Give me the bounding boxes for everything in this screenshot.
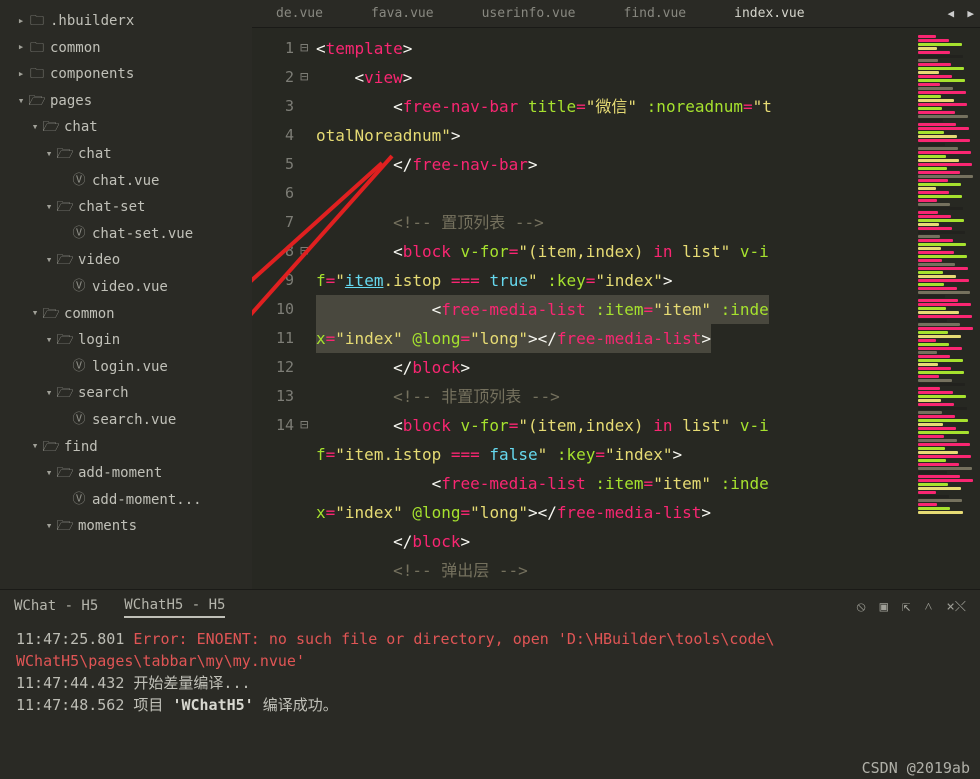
vue-file-icon: Ⓥ: [70, 275, 88, 300]
folder-moments[interactable]: ▾🗁moments: [0, 513, 252, 540]
folder-icon: 🗁: [42, 434, 60, 461]
console-tool-square[interactable]: ▣: [880, 599, 888, 616]
console-tab-wchat-h5[interactable]: WChat - H5: [14, 598, 98, 617]
vue-file-icon: Ⓥ: [70, 408, 88, 433]
tree-label: add-moment: [78, 460, 162, 487]
folder-pages[interactable]: ▾🗁pages: [0, 88, 252, 115]
folder-video[interactable]: ▾🗁video: [0, 247, 252, 274]
console-output[interactable]: 11:47:25.801 Error: ENOENT: no such file…: [0, 624, 980, 779]
tree-label: chat: [78, 141, 112, 168]
vue-file-icon: Ⓥ: [70, 488, 88, 513]
console-tools: ⦸ ▣ ⇱ ˄ ×⤬: [856, 599, 966, 616]
tab-find[interactable]: find.vue: [600, 0, 711, 27]
folder-icon: 🗁: [56, 327, 74, 354]
folder-icon: 🗁: [56, 513, 74, 540]
vue-file-icon: Ⓥ: [70, 355, 88, 380]
tree-label: common: [50, 35, 101, 62]
folder-icon: 🗁: [28, 88, 46, 115]
tree-label: pages: [50, 88, 92, 115]
tree-label: chat-set: [78, 194, 145, 221]
tab-nav[interactable]: ◀ ▶: [942, 7, 980, 20]
tree-label: search.vue: [92, 407, 176, 434]
tab-userinfo[interactable]: userinfo.vue: [458, 0, 600, 27]
tree-label: moments: [78, 513, 137, 540]
console-tool-collapse[interactable]: ˄: [924, 599, 932, 616]
watermark: CSDN @2019ab: [862, 759, 970, 777]
folder-.hbuilderx[interactable]: ▸🗀.hbuilderx: [0, 8, 252, 35]
console-tool-stop[interactable]: ⦸: [856, 599, 865, 616]
vue-file-icon: Ⓥ: [70, 222, 88, 247]
tab-de[interactable]: de.vue: [252, 0, 347, 27]
folder-icon: 🗁: [56, 141, 74, 168]
folder-icon: 🗀: [28, 61, 46, 88]
console-tab-wchath5-h5[interactable]: WChatH5 - H5: [124, 597, 225, 618]
tree-label: components: [50, 61, 134, 88]
tree-label: find: [64, 434, 98, 461]
tab-bar: de.vue fava.vue userinfo.vue find.vue in…: [252, 0, 980, 28]
gutter: 1234567891011121314: [252, 28, 300, 589]
folder-chat[interactable]: ▾🗁chat: [0, 141, 252, 168]
folder-icon: 🗁: [56, 460, 74, 487]
folder-icon: 🗀: [28, 35, 46, 62]
minimap[interactable]: [916, 28, 980, 589]
file-explorer: ▸🗀.hbuilderx▸🗀common▸🗀components▾🗁pages▾…: [0, 0, 252, 589]
folder-icon: 🗁: [42, 301, 60, 328]
fold-gutter: ⊟⊟⊟⊟: [300, 28, 316, 589]
file-search.vue[interactable]: Ⓥsearch.vue: [0, 407, 252, 434]
folder-search[interactable]: ▾🗁search: [0, 380, 252, 407]
file-chat-set.vue[interactable]: Ⓥchat-set.vue: [0, 221, 252, 248]
code-editor[interactable]: <template> <view> <free-nav-bar title="微…: [316, 28, 916, 589]
folder-login[interactable]: ▾🗁login: [0, 327, 252, 354]
vue-file-icon: Ⓥ: [70, 169, 88, 194]
folder-icon: 🗁: [56, 247, 74, 274]
tab-fava[interactable]: fava.vue: [347, 0, 458, 27]
folder-chat[interactable]: ▾🗁chat: [0, 114, 252, 141]
tree-label: login: [78, 327, 120, 354]
tab-index[interactable]: index.vue: [710, 0, 828, 27]
folder-icon: 🗁: [42, 114, 60, 141]
folder-components[interactable]: ▸🗀components: [0, 61, 252, 88]
folder-common[interactable]: ▸🗀common: [0, 35, 252, 62]
tree-label: chat.vue: [92, 168, 159, 195]
tree-label: search: [78, 380, 129, 407]
folder-chat-set[interactable]: ▾🗁chat-set: [0, 194, 252, 221]
folder-find[interactable]: ▾🗁find: [0, 434, 252, 461]
console-tool-popout[interactable]: ⇱: [902, 599, 910, 616]
folder-icon: 🗀: [28, 8, 46, 35]
folder-common[interactable]: ▾🗁common: [0, 301, 252, 328]
tree-label: add-moment...: [92, 487, 202, 514]
file-add-moment...[interactable]: Ⓥadd-moment...: [0, 487, 252, 514]
tree-label: common: [64, 301, 115, 328]
file-video.vue[interactable]: Ⓥvideo.vue: [0, 274, 252, 301]
tree-label: video: [78, 247, 120, 274]
folder-icon: 🗁: [56, 380, 74, 407]
file-login.vue[interactable]: Ⓥlogin.vue: [0, 354, 252, 381]
folder-icon: 🗁: [56, 194, 74, 221]
folder-add-moment[interactable]: ▾🗁add-moment: [0, 460, 252, 487]
tree-label: video.vue: [92, 274, 168, 301]
file-chat.vue[interactable]: Ⓥchat.vue: [0, 168, 252, 195]
tree-label: .hbuilderx: [50, 8, 134, 35]
tree-label: login.vue: [92, 354, 168, 381]
tree-label: chat-set.vue: [92, 221, 193, 248]
console-tool-close[interactable]: ×⤬: [946, 599, 966, 616]
tree-label: chat: [64, 114, 98, 141]
